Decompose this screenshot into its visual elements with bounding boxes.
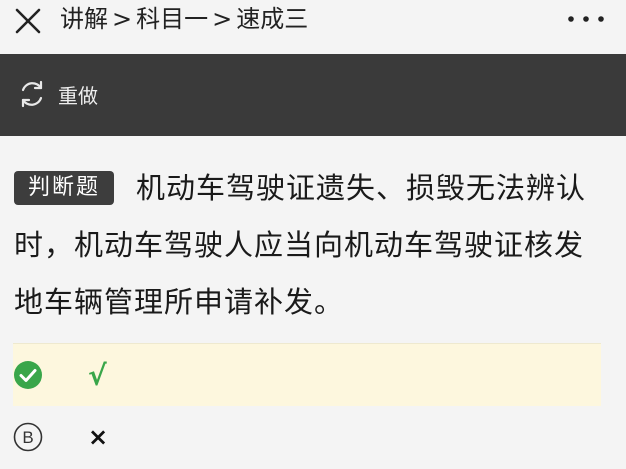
close-icon[interactable] [12,5,44,37]
breadcrumb-item-subject-one[interactable]: 科目一 [136,5,208,33]
more-options-icon[interactable] [566,14,606,24]
answer-option-a[interactable]: √ [13,343,601,407]
redo-button[interactable]: 重做 [16,76,98,112]
breadcrumb-item-explain[interactable]: 讲解 [60,5,108,33]
breadcrumb-item-quick-three: 速成三 [236,5,309,33]
correct-check-icon [14,361,42,389]
option-b-letter: B [22,428,33,447]
breadcrumb-separator: > [212,5,233,33]
option-a-text: √ [88,358,107,392]
breadcrumb-separator: > [112,5,133,33]
option-b-text: × [88,423,109,451]
quiz-page: 讲解 > 科目一 > 速成三 重做 判断题 机动车驾驶证遗失、损毁无法辨认时，机动车驾驶人… [0,0,626,469]
action-toolbar: 重做 [0,54,626,136]
option-b-letter-icon: B [13,422,43,452]
question-block: 判断题 机动车驾驶证遗失、损毁无法辨认时，机动车驾驶人应当向机动车驾驶证核发地车辆… [14,160,610,331]
top-navigation-bar: 讲解 > 科目一 > 速成三 [0,0,626,52]
answer-option-b[interactable]: B × [13,406,601,468]
refresh-icon [21,80,43,108]
breadcrumb: 讲解 > 科目一 > 速成三 [60,4,308,34]
redo-label: 重做 [58,83,98,108]
question-type-badge: 判断题 [14,171,115,205]
